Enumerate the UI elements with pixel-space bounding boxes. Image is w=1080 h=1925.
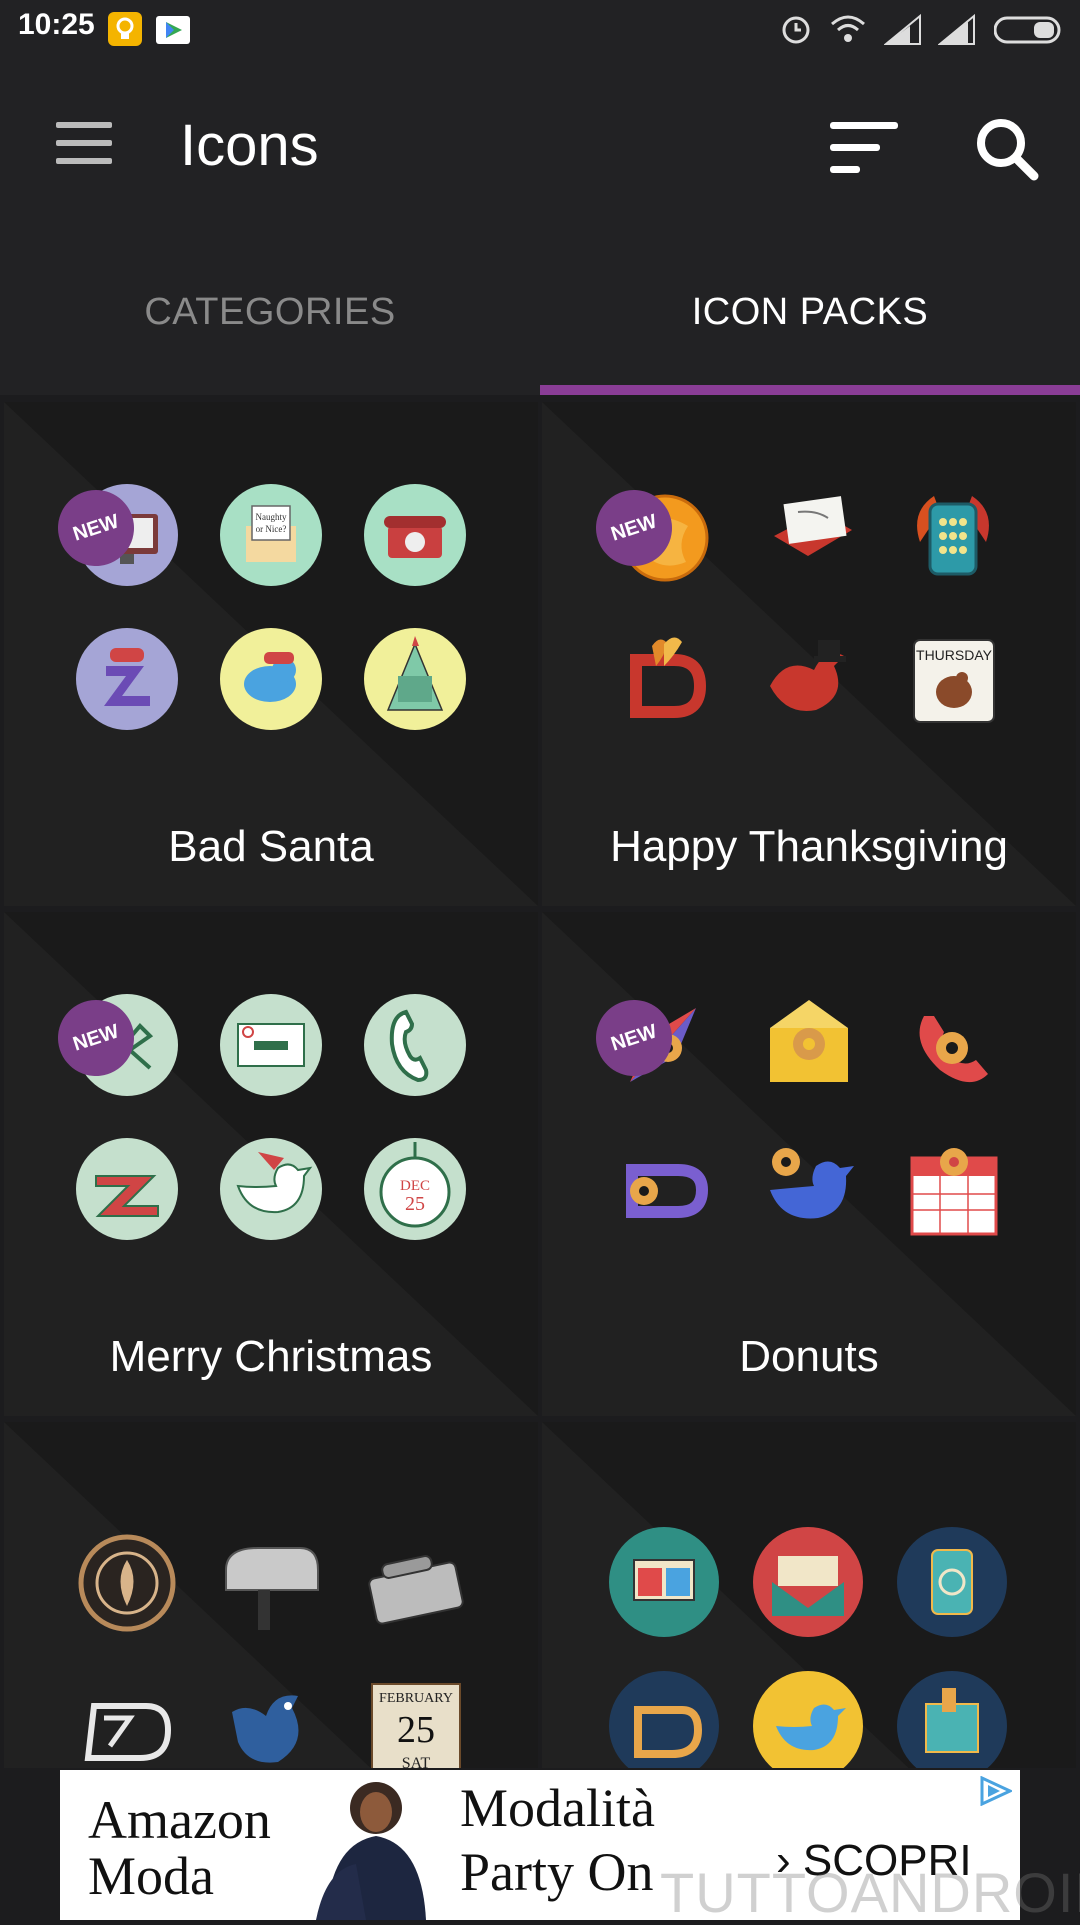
zedge-icon: [74, 1136, 180, 1242]
icon-pack-name: Happy Thanksgiving: [610, 822, 1008, 871]
browser-icon: [608, 1526, 720, 1638]
emblem-icon: [74, 1530, 180, 1636]
icon-pack-card[interactable]: Naughty or Nice? NEW Bad Santa: [4, 402, 538, 906]
ad-choices-icon[interactable]: [978, 1776, 1012, 1806]
ad-model-image: [316, 1782, 426, 1920]
calendar-icon: THURSDAY: [900, 626, 1006, 732]
mail-icon: [756, 482, 862, 588]
icon-pack-card[interactable]: DEC 25 NEW Merry Christmas: [4, 912, 538, 1416]
menu-line: [56, 158, 112, 164]
dialer-icon: [896, 1526, 1008, 1638]
icon-label: DEC: [400, 1178, 430, 1194]
play-store-icon: [156, 12, 190, 46]
icon-label: 25: [405, 1193, 425, 1215]
icon-pack-card[interactable]: NEW Donuts: [542, 912, 1076, 1416]
icon-pack-name: Donuts: [739, 1332, 879, 1381]
ad-brand-text: Amazon Moda: [88, 1790, 271, 1906]
app-toolbar: Icons: [0, 60, 1080, 230]
search-icon: [977, 119, 1039, 181]
wifi-icon: [828, 12, 868, 46]
sort-icon: [830, 122, 898, 173]
envelope-icon: [218, 992, 324, 1098]
search-button[interactable]: [968, 110, 1048, 190]
icon-label: or Nice?: [256, 524, 287, 534]
twitter-bird-icon: [218, 1136, 324, 1242]
calendar-icon: FEBRUARY 25 SAT: [362, 1672, 468, 1768]
bird-icon: [756, 626, 862, 732]
icon-label: FEBRUARY: [379, 1691, 453, 1706]
zedge-icon: [608, 1670, 720, 1768]
menu-line: [56, 140, 112, 146]
mail-icon: [756, 992, 862, 1098]
mailbox-icon: [218, 1530, 324, 1636]
watermark: TUTTOANDROID: [660, 1861, 1080, 1924]
phone-icon: [900, 992, 1006, 1098]
icon-label: THURSDAY: [916, 647, 993, 663]
sort-button[interactable]: [820, 116, 910, 186]
hamburger-menu-icon: [56, 122, 112, 128]
tab-bar: CATEGORIES ICON PACKS: [0, 230, 1080, 395]
signal-icon: [937, 12, 978, 46]
icon-pack-name: Bad Santa: [168, 822, 374, 871]
bulb-icon: [108, 12, 142, 46]
bird-icon: [218, 1672, 324, 1768]
phone-icon: [362, 992, 468, 1098]
icon-pack-grid: Naughty or Nice? NEW Bad Santa THURSDAY …: [0, 398, 1080, 1768]
icon-pack-card[interactable]: FEBRUARY 25 SAT: [4, 1422, 538, 1768]
ad-brand: Amazon Moda: [88, 1792, 278, 1904]
zedge-icon: [612, 626, 718, 732]
zedge-icon: [74, 1672, 180, 1768]
battery-icon: [993, 12, 1064, 46]
calendar-tree-icon: [362, 626, 468, 732]
signal-icon: [883, 12, 924, 46]
icon-label: 25: [397, 1709, 435, 1751]
calendar-icon: [900, 1136, 1006, 1242]
icon-pack-name: Merry Christmas: [109, 1332, 433, 1381]
tab-indicator: [540, 385, 1080, 395]
status-time: 10:25: [18, 8, 95, 41]
alarm-icon: [780, 12, 812, 46]
zedge-icon: [612, 1136, 718, 1242]
tab-categories[interactable]: CATEGORIES: [0, 230, 540, 395]
twitter-bird-icon: [218, 626, 324, 732]
icon-pack-card[interactable]: THURSDAY NEW Happy Thanksgiving: [542, 402, 1076, 906]
calendar-icon: [896, 1670, 1008, 1768]
status-bar: 10:25: [0, 0, 1080, 60]
calendar-icon: DEC 25: [362, 1136, 468, 1242]
tab-icon-packs[interactable]: ICON PACKS: [540, 230, 1080, 395]
telephone-icon: [362, 482, 468, 588]
letter-icon: Naughty or Nice?: [218, 482, 324, 588]
twitter-bird-icon: [756, 1136, 862, 1242]
icon-pack-card[interactable]: [542, 1422, 1076, 1768]
page-title: Icons: [180, 113, 319, 178]
icon-label: Naughty: [256, 512, 287, 522]
menu-button[interactable]: [44, 118, 124, 178]
dialer-icon: [900, 482, 1006, 588]
zedge-icon: [74, 626, 180, 732]
icon-label: SAT: [402, 1755, 431, 1768]
twitter-bird-icon: [752, 1670, 864, 1768]
telephone-icon: [362, 1530, 468, 1636]
mail-icon: [752, 1526, 864, 1638]
